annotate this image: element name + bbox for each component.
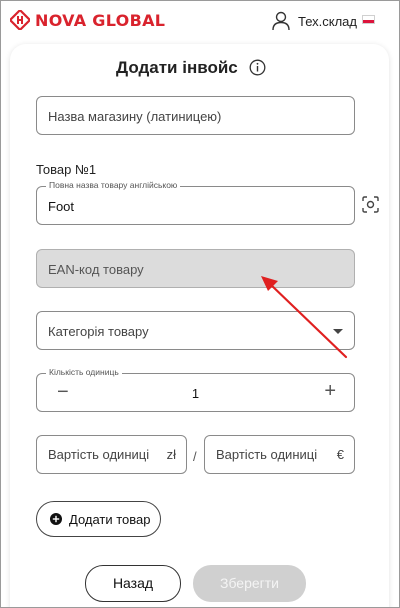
logo[interactable]: NOVA GLOBAL [10,10,165,30]
add-product-button[interactable]: Додати товар [36,501,161,537]
plus-circle-icon [50,513,62,525]
logo-text: NOVA GLOBAL [35,10,166,30]
product-name-value: Foot [48,199,75,214]
shop-name-placeholder: Назва магазину (латиницею) [48,109,222,124]
user-label: Тех.склад [298,13,358,29]
unit-price-pln-placeholder: Вартість одиниці [48,447,150,462]
app-header: NOVA GLOBAL Тех.склад [0,0,400,44]
category-select[interactable]: Категорія товару [36,311,355,350]
back-button[interactable]: Назад [85,565,181,602]
user-menu[interactable]: Тех.склад [272,11,357,31]
language-flag-icon[interactable] [362,15,375,24]
info-icon[interactable] [249,59,266,76]
unit-price-eur-input[interactable]: Вартість одиниці € [204,435,355,474]
increment-button[interactable]: + [324,380,336,402]
save-button[interactable]: Зберегти [193,565,306,602]
barcode-scan-icon[interactable] [362,196,379,213]
ean-code-placeholder: EAN-код товару [48,262,144,277]
nova-logo-icon [10,10,30,30]
quantity-value: 1 [191,386,200,401]
user-icon [272,11,290,31]
chevron-down-icon [333,329,343,334]
add-product-label: Додати товар [69,511,151,527]
category-placeholder: Категорія товару [48,324,149,339]
unit-price-pln-input[interactable]: Вартість одиниці zł [36,435,187,474]
currency-pln-label: zł [166,447,176,462]
shop-name-input[interactable]: Назва магазину (латиницею) [36,96,355,135]
currency-eur-label: € [336,447,344,462]
ean-code-input[interactable]: EAN-код товару [36,249,355,288]
page-title: Додати інвойс [116,58,238,77]
product-section-label: Товар №1 [36,162,97,177]
unit-price-eur-placeholder: Вартість одиниці [216,447,318,462]
price-separator: / [193,449,197,464]
quantity-legend: Кількість одиниць [46,367,122,377]
product-name-input[interactable]: Повна назва товару англійською Foot [36,180,355,225]
quantity-stepper[interactable]: Кількість одиниць − 1 + [36,367,355,412]
product-name-legend: Повна назва товару англійською [46,180,181,190]
